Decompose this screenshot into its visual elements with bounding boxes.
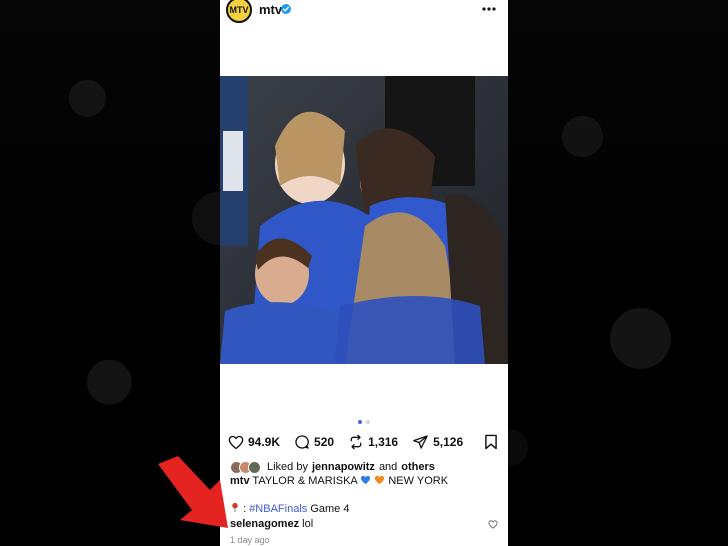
red-arrow-icon	[158, 456, 228, 528]
caption-hashtag[interactable]: #NBAFinals	[249, 503, 307, 515]
orange-heart-icon	[375, 475, 385, 485]
caption-location: NEW YORK	[388, 475, 449, 487]
share-count: 5,126	[433, 435, 464, 449]
caption-line-2-text: Game 4	[310, 503, 350, 515]
carousel-dots	[220, 420, 508, 424]
comment-icon[interactable]	[294, 434, 310, 450]
liked-by-others[interactable]: others	[401, 461, 435, 473]
instagram-post: MTV mtv 94.9K 520 1,316 5,126 Liked by j…	[220, 0, 508, 546]
carousel-dot-active	[358, 420, 362, 424]
post-image-illustration	[220, 76, 508, 364]
comment-count: 520	[314, 435, 335, 449]
comment-row: selenagomez lol	[230, 518, 500, 532]
post-actions: 94.9K 520 1,316 5,126	[228, 432, 500, 452]
verified-badge-icon	[281, 4, 291, 14]
post-timestamp: 1 day ago	[230, 535, 270, 545]
caption-line-2: : #NBAFinals Game 4	[230, 502, 500, 516]
post-caption: mtv TAYLOR & MARISKA NEW YORK	[230, 475, 500, 489]
comment-text: lol	[302, 518, 314, 530]
share-action[interactable]: 5,126	[412, 434, 463, 450]
caption-text: TAYLOR & MARISKA	[252, 475, 358, 487]
blue-heart-icon	[361, 475, 371, 485]
carousel-dot	[366, 420, 370, 424]
profile-avatar[interactable]: MTV	[226, 0, 252, 23]
more-icon[interactable]	[480, 2, 498, 16]
post-username[interactable]: mtv	[259, 2, 282, 17]
bookmark-icon[interactable]	[484, 434, 498, 450]
avatar-text: MTV	[229, 5, 249, 15]
heart-icon[interactable]	[228, 435, 244, 450]
share-icon[interactable]	[412, 434, 429, 450]
repost-count: 1,316	[368, 435, 399, 449]
comment-action[interactable]: 520	[294, 434, 334, 450]
liked-avatar-3	[248, 460, 261, 474]
liked-by-prefix: Liked by	[267, 461, 308, 473]
post-image[interactable]	[220, 76, 508, 364]
like-action[interactable]: 94.9K	[228, 435, 280, 450]
comment-username[interactable]: selenagomez	[230, 518, 299, 530]
liked-by-and: and	[378, 461, 398, 473]
comment-like-icon[interactable]	[488, 520, 498, 529]
post-header: MTV mtv	[220, 0, 508, 23]
like-count: 94.9K	[248, 435, 281, 449]
liked-by-user[interactable]: jennapowitz	[312, 461, 375, 473]
liked-by-row: Liked by jennapowitz and others	[230, 460, 500, 474]
repost-action[interactable]: 1,316	[348, 434, 398, 450]
repost-icon[interactable]	[348, 434, 364, 450]
